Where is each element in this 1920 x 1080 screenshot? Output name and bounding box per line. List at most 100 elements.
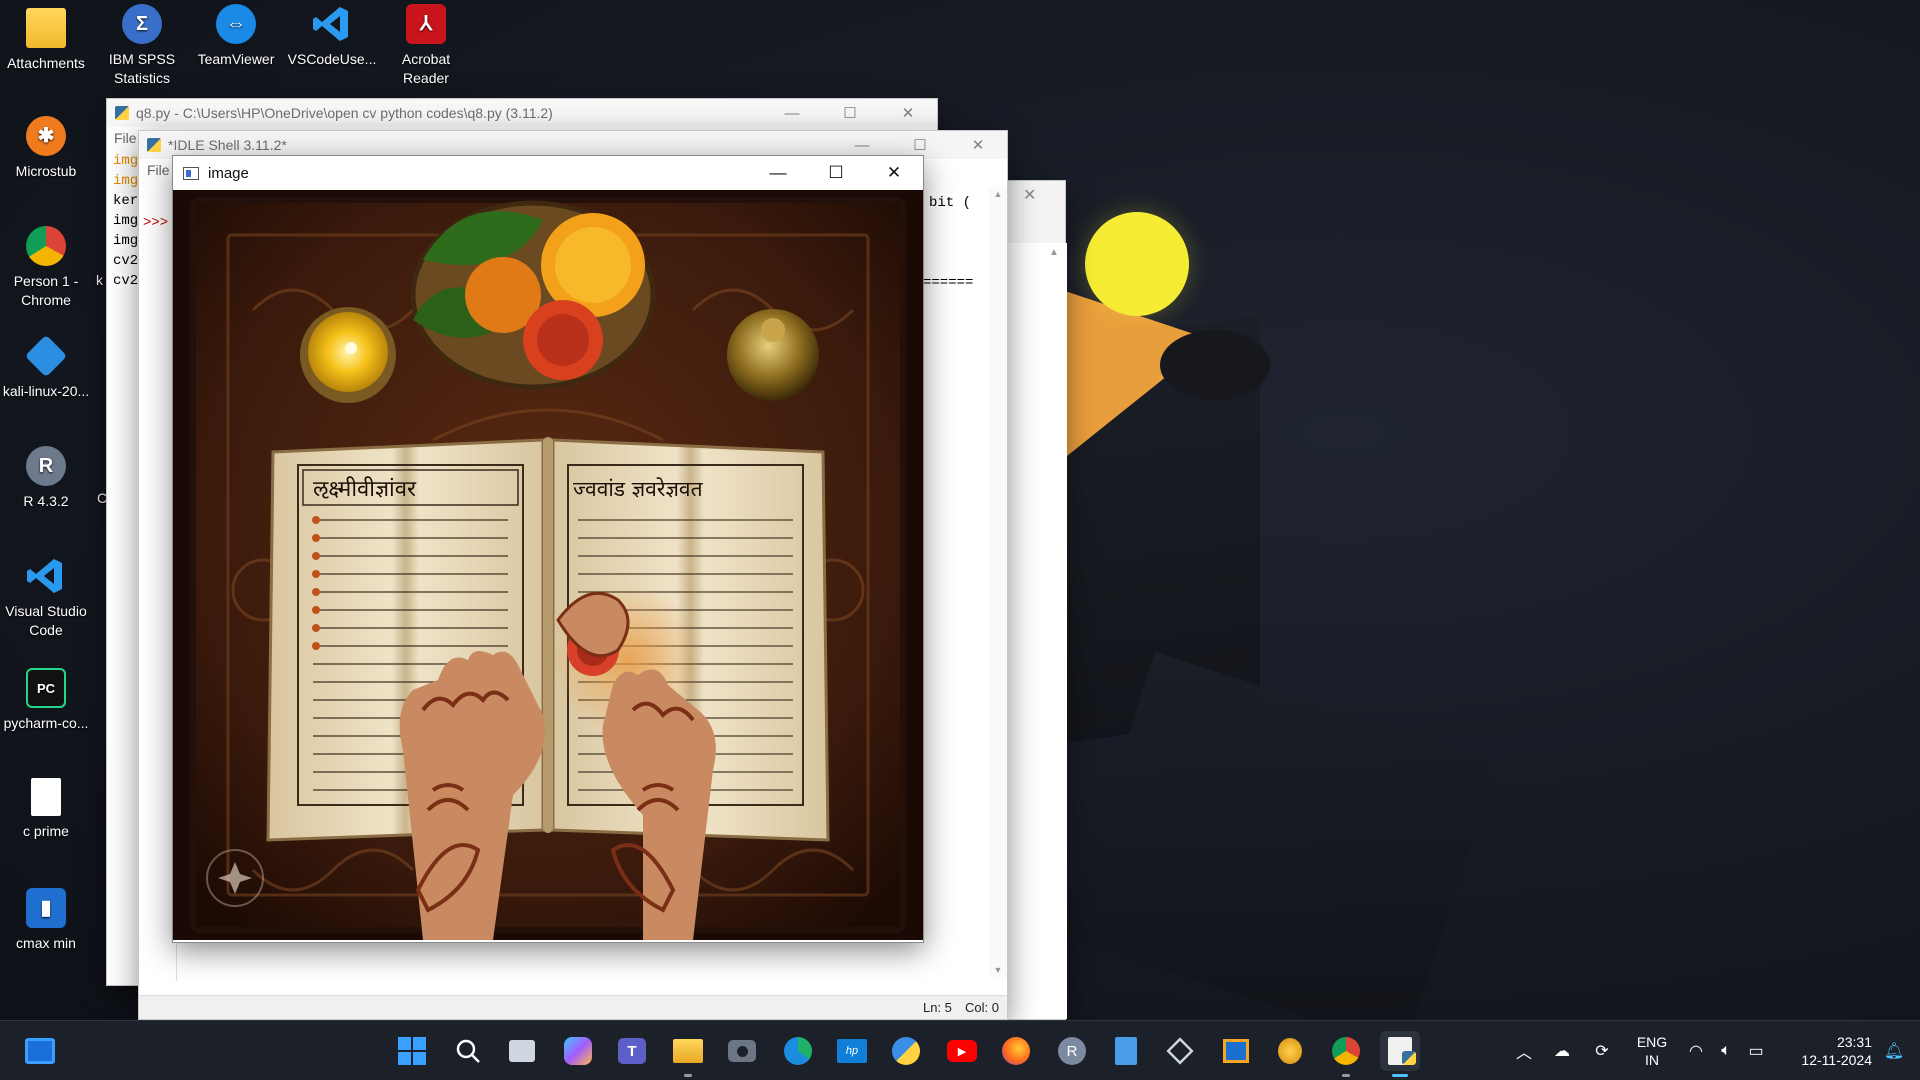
desktop-icon-pycharm[interactable]: PC pycharm-co...	[0, 668, 92, 733]
close-button[interactable]: ✕	[879, 99, 937, 127]
firefox-button[interactable]	[996, 1031, 1036, 1071]
virtualbox-icon	[24, 334, 68, 378]
edge-icon	[784, 1037, 812, 1065]
show-hidden-icons-button[interactable]: ︿	[1504, 1031, 1544, 1071]
desktop-icon-r[interactable]: R R 4.3.2	[0, 446, 92, 511]
desktop-icon-partial[interactable]: k	[96, 272, 103, 288]
file-icon	[31, 778, 61, 816]
editor-titlebar[interactable]: q8.py - C:\Users\HP\OneDrive\open cv pyt…	[107, 99, 937, 127]
image-window[interactable]: image — ☐ ✕ ऌक्ष्मीवीज्ञांवर ज्ववांड ज्ञ…	[172, 155, 924, 943]
close-icon[interactable]: ✕	[1023, 185, 1036, 205]
clock-date: 12-11-2024	[1801, 1052, 1872, 1068]
wallpaper-shape	[1160, 330, 1270, 400]
teams-button[interactable]: T	[612, 1031, 652, 1071]
python-file-icon	[115, 106, 129, 120]
widgets-button[interactable]	[20, 1031, 60, 1071]
edge-button[interactable]	[778, 1031, 818, 1071]
microstub-icon: ✱	[26, 116, 66, 156]
speaker-icon: 🔈︎	[1721, 1042, 1731, 1059]
idle-button[interactable]	[1380, 1031, 1420, 1077]
desktop-icon-label: IBM SPSS Statistics	[108, 51, 176, 86]
notepad-icon	[1115, 1037, 1137, 1065]
chrome-icon	[1332, 1037, 1360, 1065]
desktop-icon-chrome[interactable]: Person 1 - Chrome	[0, 226, 92, 310]
camera-button[interactable]	[722, 1031, 762, 1071]
minimize-button[interactable]: —	[749, 159, 807, 187]
clock[interactable]: 23:31 12-11-2024	[1780, 1033, 1872, 1069]
firefox-icon	[1002, 1037, 1030, 1065]
virtualbox-button[interactable]	[1160, 1031, 1200, 1071]
desktop-icon-vscodeuser[interactable]: VSCodeUse...	[286, 4, 378, 69]
desktop-icon-microstub[interactable]: ✱ Microstub	[0, 116, 92, 181]
pycharm-icon: PC	[26, 668, 66, 708]
windows-start-button[interactable]	[392, 1031, 432, 1071]
shell-separator: ======	[923, 275, 974, 291]
menu-file[interactable]: File	[147, 162, 170, 178]
virtualbox-icon	[1166, 1037, 1194, 1065]
desktop-icon-acrobat[interactable]: ⅄ Acrobat Reader	[380, 4, 472, 88]
desktop-icon-teamviewer[interactable]: ⇔ TeamViewer	[190, 4, 282, 69]
close-button[interactable]: ✕	[949, 131, 1007, 159]
r-icon: R	[1058, 1037, 1086, 1065]
desktop-icon-label: cmax min	[16, 935, 76, 951]
minimize-button[interactable]: —	[763, 99, 821, 127]
notepad-button[interactable]	[1106, 1031, 1146, 1071]
wifi-icon: ◠	[1689, 1043, 1703, 1060]
python-file-icon	[147, 138, 161, 152]
status-line: Ln: 5	[923, 1000, 952, 1015]
wallpaper-moon	[1085, 212, 1189, 316]
close-button[interactable]: ✕	[865, 159, 923, 187]
desktop-icon-label: c prime	[23, 823, 69, 839]
chrome-button[interactable]	[1326, 1031, 1366, 1077]
copilot-icon	[564, 1037, 592, 1065]
search-button[interactable]	[448, 1031, 488, 1071]
scroll-up-icon[interactable]: ▲	[989, 189, 1007, 199]
file-explorer-icon	[673, 1039, 703, 1063]
python-button[interactable]	[886, 1031, 926, 1071]
medal-button[interactable]	[1270, 1031, 1310, 1071]
r-icon: R	[26, 446, 66, 486]
desktop-icon-cmax-min[interactable]: ▮ cmax min	[0, 888, 92, 953]
desktop-icon-label: kali-linux-20...	[2, 383, 90, 399]
desktop-icon-kali[interactable]: kali-linux-20...	[0, 334, 92, 401]
desktop-icon-vscode[interactable]: Visual Studio Code	[0, 556, 92, 640]
myhp-button[interactable]: hp	[832, 1031, 872, 1071]
scroll-up-icon[interactable]: ▲	[1049, 247, 1059, 258]
language-code: ENG	[1636, 1034, 1668, 1050]
sync-tray-button[interactable]: ⟳	[1582, 1031, 1622, 1071]
folder-icon	[26, 8, 66, 48]
desktop-icon-spss[interactable]: Σ IBM SPSS Statistics	[96, 4, 188, 88]
teams-icon: T	[618, 1038, 646, 1064]
image-titlebar[interactable]: image — ☐ ✕	[173, 156, 923, 190]
maximize-button[interactable]: ☐	[807, 159, 865, 187]
shell-scrollbar[interactable]: ▲ ▼	[989, 187, 1007, 977]
desktop-icon-label: VSCodeUse...	[287, 51, 377, 67]
menu-file[interactable]: File	[114, 130, 137, 146]
background-window[interactable]: ✕ ▲	[1000, 180, 1067, 1020]
camera-icon	[728, 1040, 756, 1062]
file-explorer-button[interactable]	[668, 1031, 708, 1077]
notifications-button[interactable]: 🔔︎	[1874, 1031, 1914, 1071]
image-canvas[interactable]: ऌक्ष्मीवीज्ञांवर ज्ववांड ज्ञवरेज्ञवत	[173, 190, 923, 940]
shell-output-text: bit (	[929, 195, 972, 211]
r-button[interactable]: R	[1052, 1031, 1092, 1071]
language-indicator[interactable]: ENG IN	[1630, 1033, 1674, 1069]
copilot-button[interactable]	[558, 1031, 598, 1071]
desktop-icon-c-prime[interactable]: c prime	[0, 778, 92, 841]
spss-icon: Σ	[122, 4, 162, 44]
chrome-icon	[26, 226, 66, 266]
search-icon	[456, 1039, 480, 1063]
battery-button[interactable]: ▭	[1736, 1031, 1776, 1071]
youtube-button[interactable]: ▶	[942, 1031, 982, 1071]
desktop-icon-attachments[interactable]: Attachments	[0, 8, 92, 73]
task-view-button[interactable]	[502, 1031, 542, 1071]
desktop-icon-label: Microstub	[15, 163, 77, 179]
scroll-down-icon[interactable]: ▼	[989, 965, 1007, 975]
maximize-button[interactable]: ☐	[821, 99, 879, 127]
youtube-icon: ▶	[947, 1040, 977, 1062]
task-view-icon	[509, 1040, 535, 1062]
onedrive-tray-button[interactable]: ☁	[1542, 1031, 1582, 1071]
remote-desktop-button[interactable]	[1216, 1031, 1256, 1071]
chevron-up-icon: ︿	[1515, 1045, 1532, 1062]
shell-statusbar: Ln: 5 Col: 0	[139, 995, 1007, 1019]
